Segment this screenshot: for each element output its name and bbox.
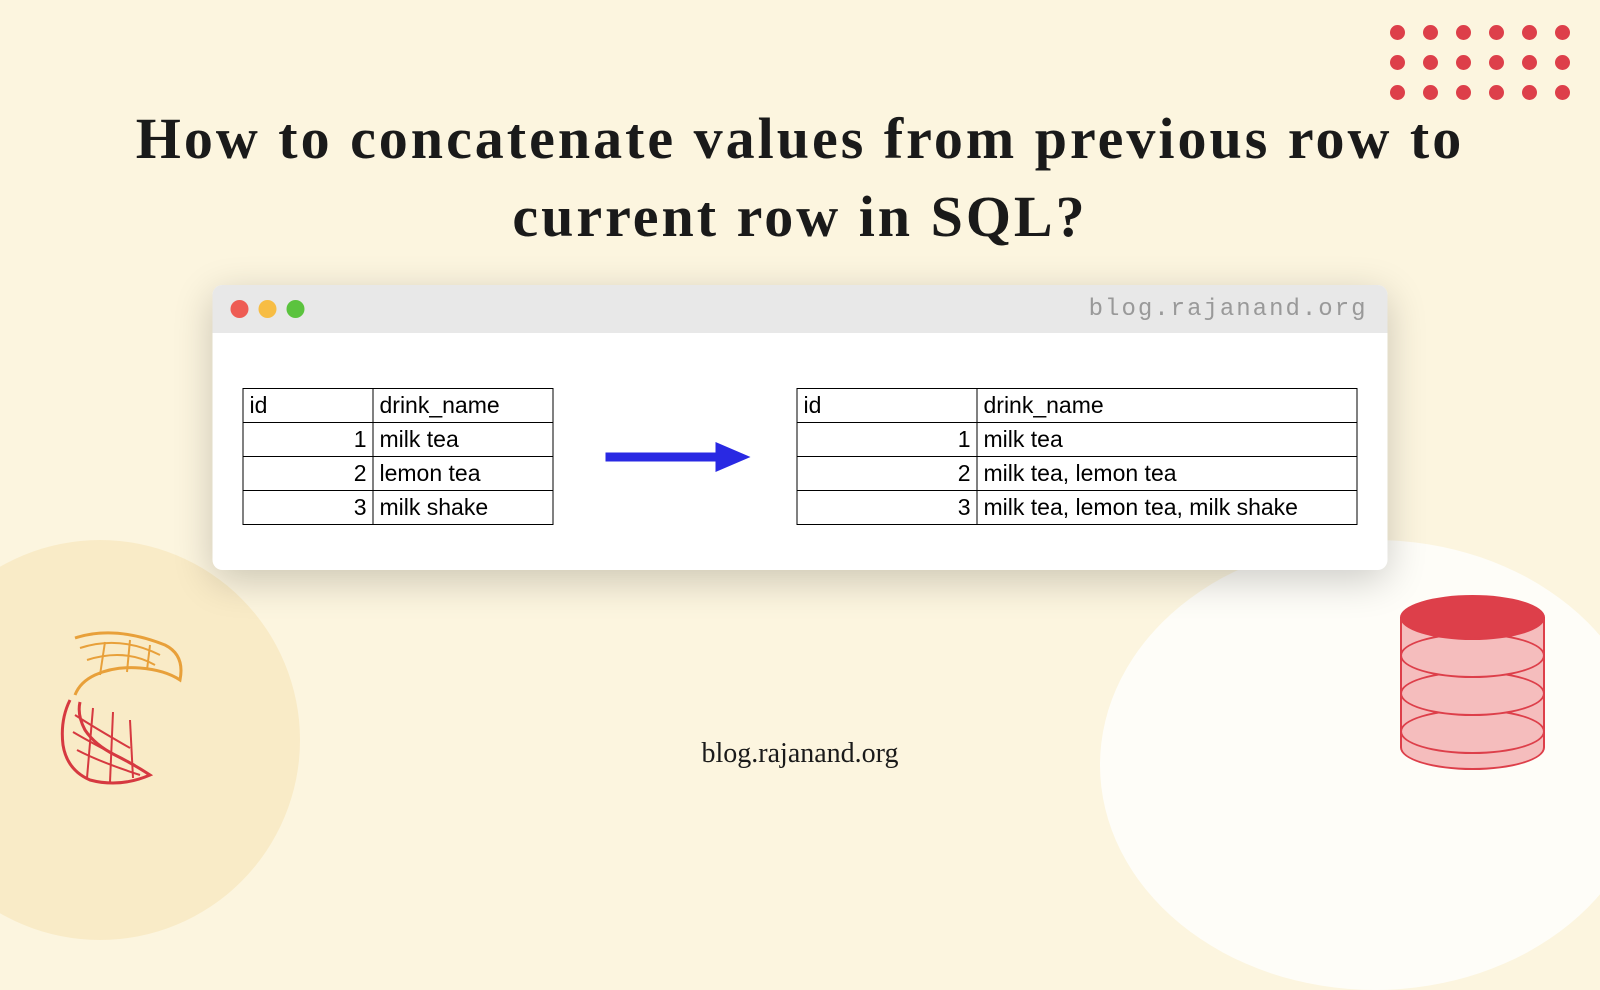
table-row: 3 milk tea, lemon tea, milk shake (797, 491, 1357, 525)
cell-id: 2 (797, 457, 977, 491)
input-table: id drink_name 1 milk tea 2 lemon tea 3 m… (243, 388, 554, 525)
cell-id: 2 (243, 457, 373, 491)
cell-name: milk shake (373, 491, 553, 525)
footer-url: blog.rajanand.org (702, 738, 899, 770)
cell-id: 1 (797, 423, 977, 457)
header-id: id (797, 389, 977, 423)
cell-name: milk tea, lemon tea, milk shake (977, 491, 1357, 525)
table-row: 3 milk shake (243, 491, 553, 525)
cell-id: 3 (243, 491, 373, 525)
window-body: id drink_name 1 milk tea 2 lemon tea 3 m… (213, 333, 1388, 570)
example-window: blog.rajanand.org id drink_name 1 milk t… (213, 285, 1388, 570)
decorative-dots-grid (1390, 25, 1570, 100)
traffic-lights (231, 300, 305, 318)
minimize-icon (259, 300, 277, 318)
cell-name: milk tea (373, 423, 553, 457)
table-row: 2 lemon tea (243, 457, 553, 491)
output-table: id drink_name 1 milk tea 2 milk tea, lem… (797, 388, 1358, 525)
table-header-row: id drink_name (797, 389, 1357, 423)
header-id: id (243, 389, 373, 423)
header-drink-name: drink_name (977, 389, 1357, 423)
cell-name: milk tea (977, 423, 1357, 457)
window-titlebar: blog.rajanand.org (213, 285, 1388, 333)
page-title: How to concatenate values from previous … (75, 100, 1525, 257)
close-icon (231, 300, 249, 318)
database-icon (1400, 595, 1545, 765)
cell-name: lemon tea (373, 457, 553, 491)
table-row: 1 milk tea (243, 423, 553, 457)
arrow-right-icon (600, 437, 750, 477)
cell-id: 1 (243, 423, 373, 457)
table-row: 2 milk tea, lemon tea (797, 457, 1357, 491)
header-drink-name: drink_name (373, 389, 553, 423)
cell-name: milk tea, lemon tea (977, 457, 1357, 491)
maximize-icon (287, 300, 305, 318)
table-header-row: id drink_name (243, 389, 553, 423)
sql-server-logo-icon (45, 620, 200, 790)
table-row: 1 milk tea (797, 423, 1357, 457)
cell-id: 3 (797, 491, 977, 525)
window-url-text: blog.rajanand.org (1089, 296, 1368, 323)
